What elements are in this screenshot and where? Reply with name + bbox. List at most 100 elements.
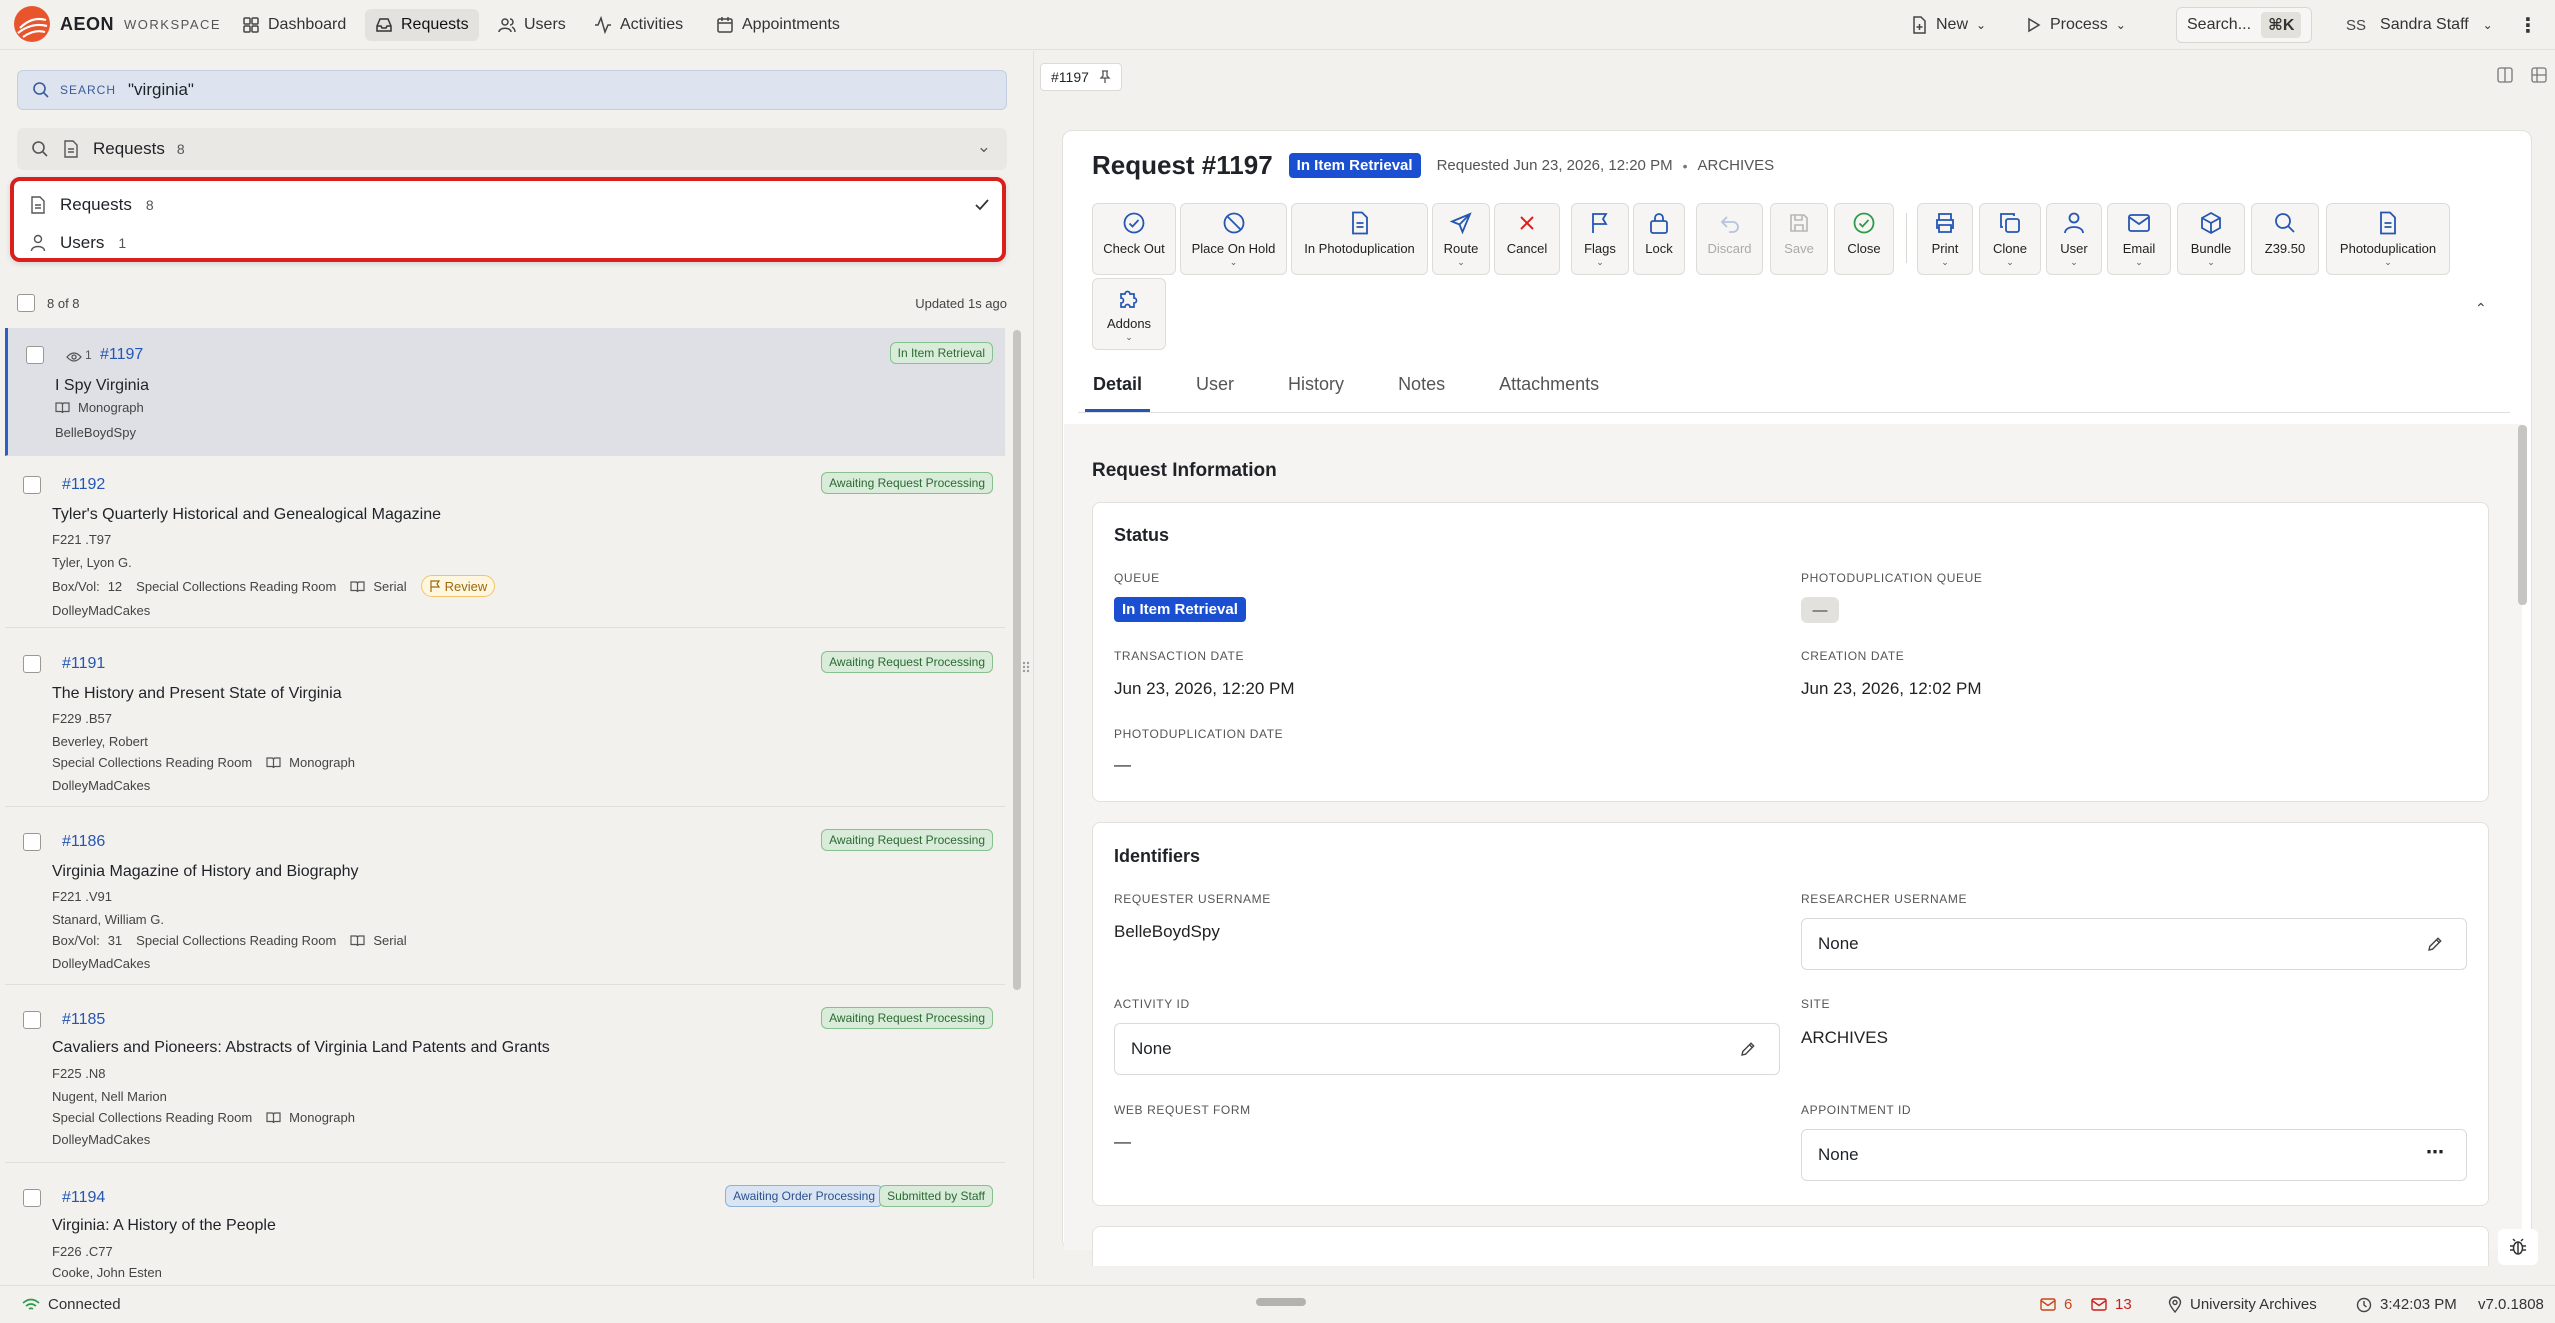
global-search-button[interactable]: Search... ⌘K [2176, 7, 2312, 43]
tab-user[interactable]: User [1188, 370, 1242, 412]
discard-button[interactable]: Discard [1696, 203, 1763, 275]
scope-option-label: Requests [60, 195, 132, 214]
cancel-button[interactable]: Cancel [1494, 203, 1560, 275]
site-value: ARCHIVES [1801, 1028, 1888, 1047]
save-label: Save [1784, 241, 1814, 256]
status-badge: Awaiting Request Processing [821, 829, 993, 851]
search-input[interactable]: SEARCH "virginia" [17, 70, 1007, 110]
list-item[interactable]: #1194 Awaiting Order Processing Submitte… [5, 1171, 1005, 1280]
activity-id-value: None [1131, 1039, 1172, 1058]
app-logo[interactable]: AEON WORKSPACE [14, 6, 221, 42]
researcher-username-field[interactable]: None [1801, 918, 2467, 970]
send-icon [1449, 212, 1472, 235]
collapse-toolbar-chevron-up-icon[interactable]: ⌃ [2475, 300, 2487, 317]
tab-detail[interactable]: Detail [1085, 370, 1151, 412]
nav-activities[interactable]: Activities [584, 9, 693, 41]
user-menu-button[interactable]: SS Sandra Staff ⌄ [2346, 9, 2493, 41]
nav-dashboard[interactable]: Dashboard [232, 9, 356, 41]
request-id-link[interactable]: #1191 [62, 655, 105, 673]
item-meta: Box/Vol: 12 Special Collections Reading … [52, 575, 496, 597]
search-label: SEARCH [60, 83, 117, 97]
request-id-link[interactable]: #1185 [62, 1011, 105, 1029]
mail-notifications-a[interactable]: 6 [2040, 1296, 2072, 1313]
item-site: Special Collections Reading Room [52, 755, 253, 770]
request-id-link[interactable]: #1197 [100, 346, 143, 364]
activity-id-field[interactable]: None [1114, 1023, 1780, 1075]
split-horizontal-icon[interactable] [2531, 67, 2547, 83]
scope-option-users[interactable]: Users 1 [30, 225, 1000, 261]
appointment-id-field[interactable]: None ⋯ [1801, 1129, 2467, 1181]
open-request-tab[interactable]: #1197 [1040, 63, 1122, 91]
more-horizontal-icon[interactable]: ⋯ [2426, 1142, 2444, 1163]
flags-button[interactable]: Flags ⌄ [1571, 203, 1629, 275]
row-checkbox[interactable] [23, 1189, 41, 1207]
status-badge: Awaiting Order Processing [725, 1185, 883, 1207]
detail-scrollbar[interactable] [2518, 425, 2527, 605]
pencil-icon[interactable] [1739, 1040, 1757, 1058]
item-type: Serial [373, 933, 407, 948]
z3950-button[interactable]: Z39.50 [2251, 203, 2319, 275]
pin-icon[interactable] [1099, 70, 1111, 84]
list-item[interactable]: #1192 Awaiting Request Processing Tyler'… [5, 458, 1005, 628]
boxvol-value: 12 [107, 578, 123, 594]
row-checkbox[interactable] [23, 833, 41, 851]
nav-appointments[interactable]: Appointments [706, 9, 850, 41]
scope-option-requests[interactable]: Requests 8 [30, 187, 1000, 223]
tab-history[interactable]: History [1280, 370, 1352, 412]
list-item[interactable]: #1185 Awaiting Request Processing Cavali… [5, 993, 1005, 1163]
nav-requests[interactable]: Requests [365, 9, 479, 41]
bundle-button[interactable]: Bundle ⌄ [2177, 203, 2245, 275]
addons-button[interactable]: Addons ⌄ [1092, 278, 1166, 350]
mail-notifications-b[interactable]: 13 [2091, 1296, 2132, 1313]
place-on-hold-button[interactable]: Place On Hold ⌄ [1180, 203, 1287, 275]
request-id-link[interactable]: #1192 [62, 476, 105, 494]
nav-users[interactable]: Users [488, 9, 576, 41]
save-button[interactable]: Save [1770, 203, 1828, 275]
new-menu-button[interactable]: New ⌄ [1910, 9, 1986, 41]
email-button[interactable]: Email ⌄ [2107, 203, 2171, 275]
list-item[interactable]: 1 #1197 In Item Retrieval I Spy Virginia… [5, 328, 1005, 456]
bug-icon [2510, 1238, 2526, 1255]
more-options-button[interactable]: ⋮ [2518, 9, 2538, 41]
row-checkbox[interactable] [23, 1011, 41, 1029]
print-button[interactable]: Print ⌄ [1917, 203, 1973, 275]
flag-icon [1592, 213, 1608, 233]
clone-button[interactable]: Clone ⌄ [1979, 203, 2041, 275]
list-item[interactable]: #1191 Awaiting Request Processing The Hi… [5, 637, 1005, 807]
scope-option-count: 1 [118, 235, 127, 251]
row-checkbox[interactable] [23, 476, 41, 494]
process-menu-button[interactable]: Process ⌄ [2026, 9, 2126, 41]
item-title: Virginia Magazine of History and Biograp… [52, 863, 359, 880]
request-header: Request #1197 In Item Retrieval Requeste… [1092, 150, 1774, 181]
open-request-tab-label: #1197 [1051, 69, 1089, 85]
request-id-link[interactable]: #1186 [62, 833, 105, 851]
row-checkbox[interactable] [23, 655, 41, 673]
row-checkbox[interactable] [26, 346, 44, 364]
debug-button[interactable] [2498, 1229, 2538, 1265]
pencil-icon[interactable] [2426, 935, 2444, 953]
check-out-button[interactable]: Check Out [1092, 203, 1176, 275]
tab-divider [1078, 412, 2510, 413]
request-id-link[interactable]: #1194 [62, 1189, 105, 1207]
photoduplication-button[interactable]: Photoduplication ⌄ [2326, 203, 2450, 275]
bottom-drag-handle[interactable] [1256, 1298, 1306, 1306]
search-scope-select[interactable]: Requests 8 ⌄ [17, 128, 1007, 170]
split-vertical-icon[interactable] [2497, 67, 2513, 83]
select-all-checkbox[interactable] [17, 294, 35, 312]
panel-resize-handle[interactable] [1022, 655, 1030, 679]
list-scrollbar[interactable] [1013, 330, 1021, 990]
tab-attachments[interactable]: Attachments [1491, 370, 1607, 412]
user-button[interactable]: User ⌄ [2046, 203, 2102, 275]
lock-button[interactable]: Lock [1633, 203, 1685, 275]
route-button[interactable]: Route ⌄ [1432, 203, 1490, 275]
list-item[interactable]: #1186 Awaiting Request Processing Virgin… [5, 815, 1005, 985]
tab-notes[interactable]: Notes [1390, 370, 1453, 412]
location-selector[interactable]: University Archives [2168, 1296, 2317, 1313]
check-out-label: Check Out [1103, 241, 1165, 256]
close-request-button[interactable]: Close [1834, 203, 1894, 275]
connection-label: Connected [48, 1296, 121, 1313]
requested-timestamp: Requested Jun 23, 2026, 12:20 PM [1436, 157, 1673, 174]
in-photoduplication-button[interactable]: In Photoduplication [1291, 203, 1428, 275]
route-label: Route [1443, 241, 1479, 256]
wifi-icon [22, 1298, 40, 1310]
